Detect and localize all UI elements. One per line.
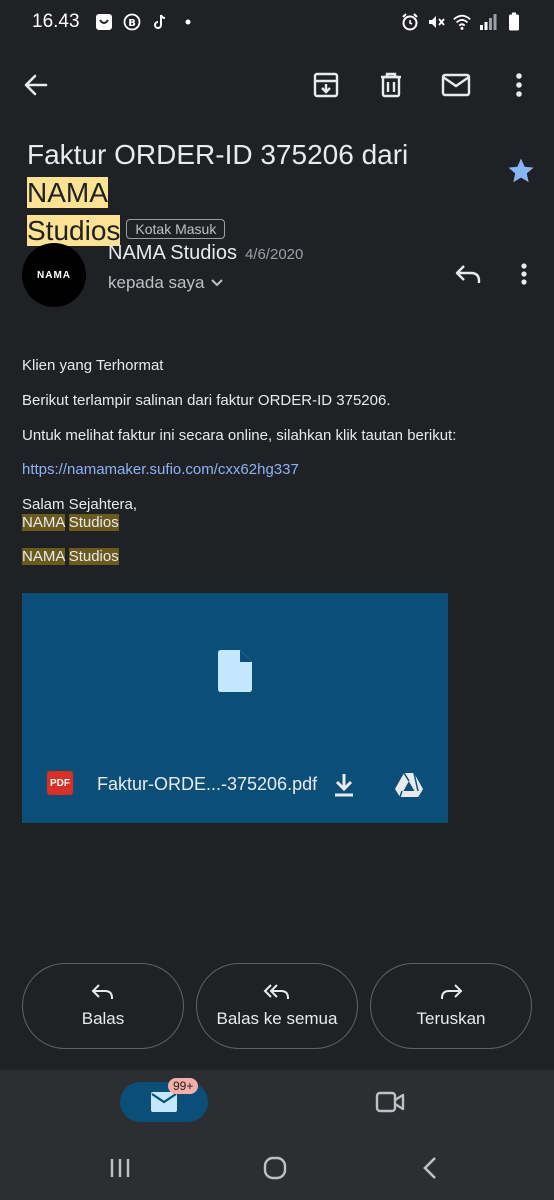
tiktok-icon — [150, 12, 170, 32]
mark-unread-button[interactable] — [432, 60, 480, 110]
home-icon — [263, 1156, 287, 1180]
forward-icon — [441, 984, 463, 999]
status-bar: 16.43 B — [0, 0, 554, 44]
recipient-text: kepada saya — [108, 273, 205, 292]
inbox-label-chip[interactable]: Kotak Masuk — [126, 218, 226, 239]
wifi-icon — [452, 12, 472, 32]
signature-line: NAMA Studios — [22, 514, 532, 532]
more-options-button[interactable] — [495, 60, 543, 110]
more-vert-icon — [521, 263, 527, 285]
forward-action-button[interactable]: Teruskan — [370, 963, 532, 1049]
invoice-link[interactable]: https://namamaker.sufio.com/cxx62hg337 — [22, 461, 532, 479]
star-button[interactable] — [506, 156, 538, 188]
signature-highlight: Studios — [68, 514, 119, 531]
email-toolbar — [0, 60, 554, 110]
reply-button[interactable] — [448, 254, 488, 294]
download-icon — [335, 774, 353, 797]
message-more-button[interactable] — [508, 254, 540, 294]
forward-label: Teruskan — [416, 1009, 486, 1028]
system-back-button[interactable] — [410, 1153, 450, 1183]
signature-highlight: NAMA — [22, 514, 65, 531]
mute-icon — [426, 12, 446, 32]
subject-text: Faktur ORDER-ID 375206 dari — [27, 139, 409, 170]
archive-icon — [313, 72, 339, 98]
mail-icon — [151, 1092, 177, 1112]
subject-highlight: NAMA — [27, 177, 108, 208]
recents-icon — [110, 1159, 130, 1177]
clock: 16.43 — [32, 11, 80, 32]
star-icon — [508, 158, 534, 183]
mark-unread-icon — [441, 73, 471, 97]
pdf-badge-text: PDF — [50, 777, 70, 789]
reply-all-action-button[interactable]: Balas ke semua — [196, 963, 358, 1049]
reply-all-icon — [263, 984, 289, 999]
back-button[interactable] — [12, 60, 60, 110]
dot-icon — [178, 12, 198, 32]
status-left: 16.43 B — [32, 11, 198, 33]
recipient-details-toggle[interactable]: kepada saya — [108, 273, 224, 293]
signal-icon — [478, 12, 498, 32]
video-icon — [375, 1091, 405, 1113]
reply-label: Balas — [81, 1009, 125, 1028]
shopee-icon — [94, 12, 114, 32]
save-to-drive-button[interactable] — [392, 769, 426, 801]
signature-highlight: Studios — [68, 548, 119, 565]
sender-name: NAMA Studios — [108, 242, 237, 264]
body-line: Untuk melihat faktur ini secara online, … — [22, 427, 457, 444]
email-subject: Faktur ORDER-ID 375206 dari NAMA Studios K… — [27, 136, 477, 250]
attachment-card[interactable]: PDF Faktur-ORDE...-375206.pdf — [22, 593, 448, 823]
more-vert-icon — [516, 73, 522, 97]
meet-tab[interactable] — [372, 1086, 408, 1118]
status-right — [400, 12, 524, 32]
system-navigation-bar — [0, 1145, 554, 1193]
alarm-icon — [400, 12, 420, 32]
drive-icon — [395, 772, 423, 798]
email-date: 4/6/2020 — [244, 246, 304, 263]
unread-count-badge: 99+ — [168, 1078, 199, 1094]
back-arrow-icon — [24, 74, 48, 96]
sender-header: NAMA Studios 4/6/2020 — [108, 242, 303, 265]
delete-icon — [381, 72, 401, 98]
b-icon: B — [122, 12, 142, 32]
download-button[interactable] — [328, 769, 360, 801]
pdf-icon: PDF — [47, 771, 73, 795]
file-icon — [218, 650, 252, 692]
signature-highlight: NAMA — [22, 548, 65, 565]
reply-action-button[interactable]: Balas — [22, 963, 184, 1049]
reply-all-label: Balas ke semua — [216, 1009, 338, 1028]
delete-button[interactable] — [367, 60, 415, 110]
recents-button[interactable] — [100, 1153, 140, 1183]
chevron-down-icon — [211, 279, 224, 287]
reply-icon — [91, 984, 113, 999]
battery-icon — [504, 12, 524, 32]
svg-text:B: B — [128, 18, 136, 29]
body-greeting: Klien yang Terhormat — [22, 357, 164, 374]
sender-row: NAMA NAMA Studios 4/6/2020 kepada saya — [0, 240, 554, 312]
body-closing: Salam Sejahtera, — [22, 496, 138, 513]
home-button[interactable] — [255, 1153, 295, 1183]
reply-icon — [455, 265, 481, 283]
avatar-text: NAMA — [37, 269, 71, 281]
archive-button[interactable] — [302, 60, 350, 110]
body-line: Berikut terlampir salinan dari faktur OR… — [22, 392, 391, 409]
mail-tab[interactable]: 99+ — [120, 1078, 208, 1122]
attachment-file-name: Faktur-ORDE...-375206.pdf — [97, 774, 318, 794]
signature-line: NAMA Studios — [22, 548, 532, 566]
back-icon — [423, 1157, 436, 1179]
avatar[interactable]: NAMA — [22, 243, 86, 307]
